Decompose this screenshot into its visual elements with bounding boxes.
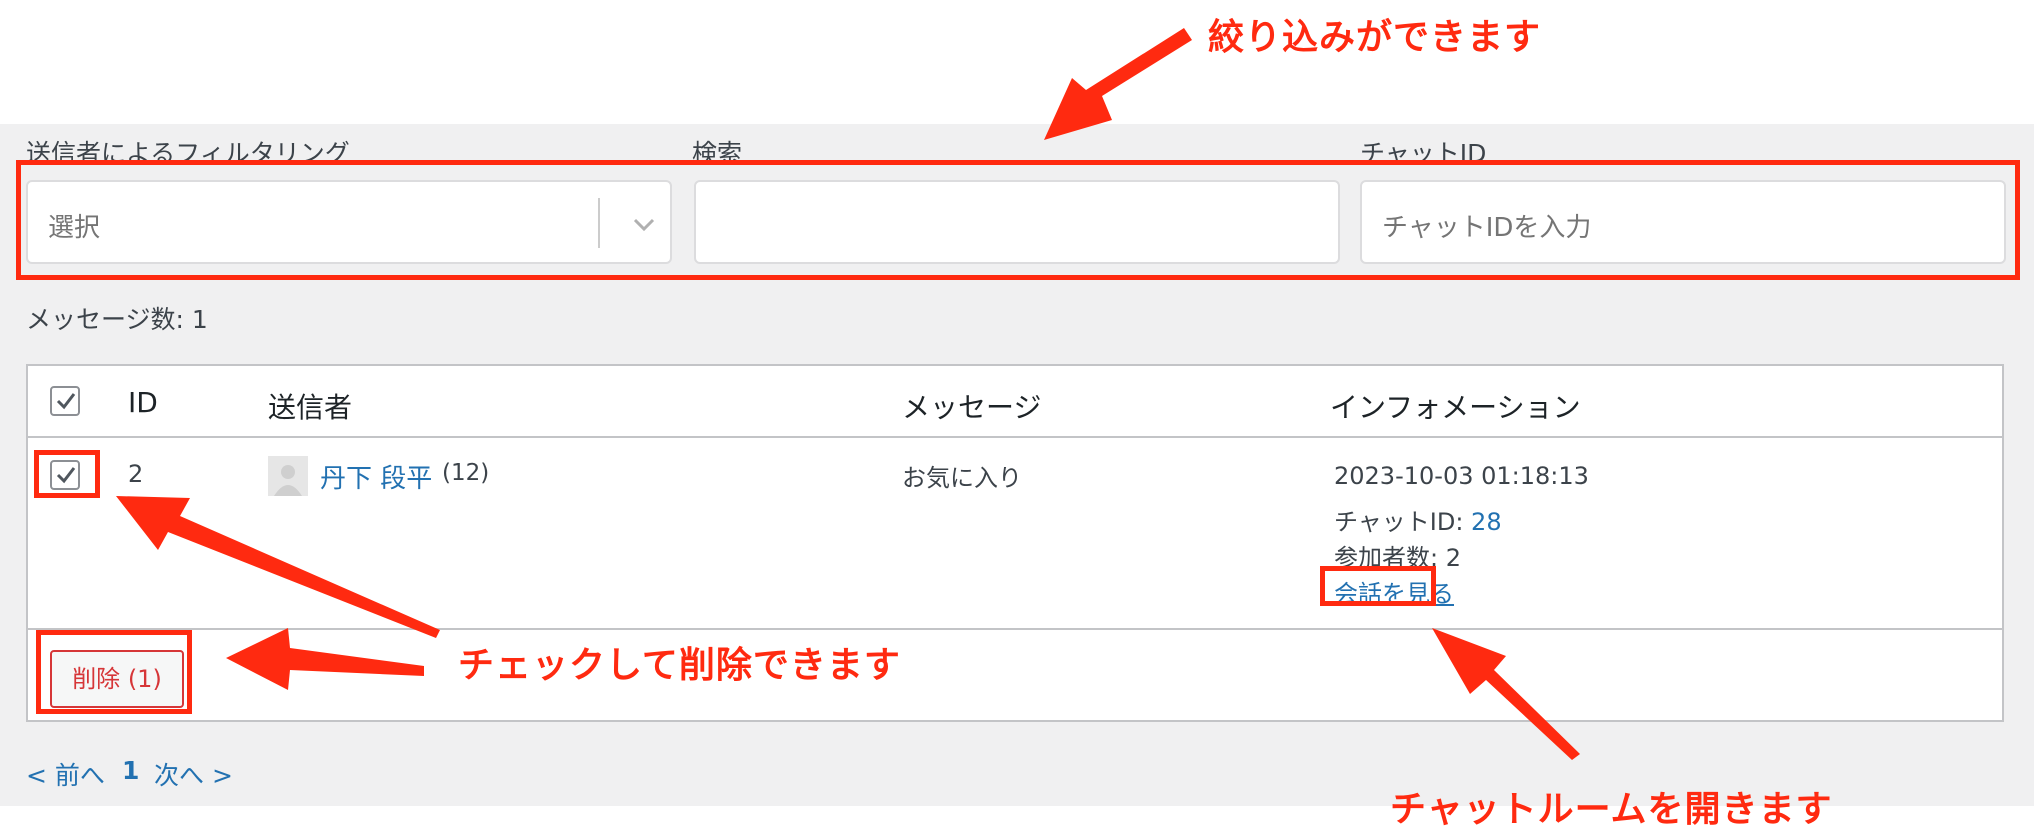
delete-arrow (226, 628, 424, 690)
checkbox-arrow (116, 496, 440, 638)
filter-arrow (1044, 28, 1192, 140)
chatroom-annotation: チャットルームを開きます (1390, 789, 1833, 830)
filter-annotation: 絞り込みができます (1208, 17, 1542, 58)
chatroom-arrow (1432, 628, 1580, 760)
delete-annotation: チェックして削除できます (458, 645, 901, 686)
annotation-arrows (116, 28, 1580, 760)
